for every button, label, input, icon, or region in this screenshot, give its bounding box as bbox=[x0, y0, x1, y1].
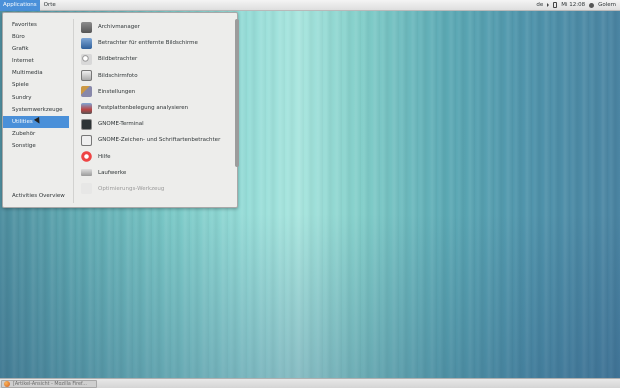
bottom-taskbar: [Artikel-Ansicht - Mozilla Firef... bbox=[0, 378, 620, 388]
app-item-archivmanager[interactable]: Archivmanager bbox=[81, 19, 231, 35]
app-item-label: Bildbetrachter bbox=[98, 56, 138, 63]
category-item-grafik[interactable]: Grafik bbox=[3, 43, 69, 55]
category-list: Favorites Büro Grafik Internet Multimedi… bbox=[3, 19, 69, 152]
user-icon[interactable] bbox=[589, 2, 595, 8]
category-item-systemwerkzeuge[interactable]: Systemwerkzeuge bbox=[3, 104, 69, 116]
archive-manager-icon bbox=[81, 21, 92, 33]
category-item-buero[interactable]: Büro bbox=[3, 31, 69, 43]
user-menu-name[interactable]: Golem bbox=[598, 2, 616, 8]
disks-icon bbox=[81, 169, 92, 177]
activities-overview-link[interactable]: Activities Overview bbox=[12, 193, 65, 199]
places-menu-button[interactable]: Orte bbox=[40, 0, 60, 11]
app-item-optimierungs-werkzeug[interactable]: Optimierungs-Werkzeug bbox=[81, 181, 231, 197]
taskbar-window-firefox[interactable]: [Artikel-Ansicht - Mozilla Firef... bbox=[1, 380, 97, 388]
settings-icon bbox=[81, 86, 92, 98]
battery-icon[interactable] bbox=[553, 2, 558, 8]
category-item-sonstige[interactable]: Sonstige bbox=[3, 140, 69, 152]
disk-usage-icon bbox=[81, 102, 92, 114]
app-item-laufwerke[interactable]: Laufwerke bbox=[81, 165, 231, 181]
category-item-label: Utilities bbox=[12, 118, 33, 125]
help-icon bbox=[81, 151, 92, 163]
volume-icon[interactable] bbox=[547, 3, 550, 7]
screenshot-icon bbox=[81, 70, 92, 82]
category-item-zubehoer[interactable]: Zubehör bbox=[3, 128, 69, 140]
image-viewer-icon bbox=[81, 53, 92, 65]
app-item-bildbetrachter[interactable]: Bildbetrachter bbox=[81, 51, 231, 67]
category-item-spiele[interactable]: Spiele bbox=[3, 79, 69, 91]
app-item-label: Archivmanager bbox=[98, 24, 140, 31]
terminal-icon bbox=[81, 118, 92, 130]
app-item-disk-usage[interactable]: Festplattenbelegung analysieren bbox=[81, 100, 231, 116]
app-item-label: Laufwerke bbox=[98, 169, 127, 176]
app-item-label: Festplattenbelegung analysieren bbox=[98, 105, 189, 112]
app-item-einstellungen[interactable]: Einstellungen bbox=[81, 84, 231, 100]
mouse-pointer-icon bbox=[33, 116, 43, 125]
status-area: de Mi 12:08 Golem bbox=[536, 2, 620, 8]
top-bar: Applications Orte de Mi 12:08 Golem bbox=[0, 0, 620, 11]
menu-divider bbox=[73, 19, 74, 203]
category-item-internet[interactable]: Internet bbox=[3, 55, 69, 67]
app-item-hilfe[interactable]: Hilfe bbox=[81, 149, 231, 165]
category-item-favorites[interactable]: Favorites bbox=[3, 19, 69, 31]
remote-desktop-viewer-icon bbox=[81, 37, 92, 49]
category-item-utilities[interactable]: Utilities bbox=[3, 115, 69, 128]
keyboard-layout-indicator[interactable]: de bbox=[536, 2, 543, 8]
app-item-label: Hilfe bbox=[98, 153, 111, 160]
font-viewer-icon bbox=[81, 134, 92, 146]
applications-menu-button[interactable]: Applications bbox=[0, 0, 40, 11]
category-item-multimedia[interactable]: Multimedia bbox=[3, 67, 69, 79]
app-item-label: Betrachter für entfernte Bildschirme bbox=[98, 40, 198, 47]
clock[interactable]: Mi 12:08 bbox=[561, 2, 585, 8]
app-item-label: Einstellungen bbox=[98, 88, 136, 95]
firefox-icon bbox=[4, 381, 10, 387]
application-list: Archivmanager Betrachter für entfernte B… bbox=[81, 19, 231, 197]
app-item-label: GNOME-Zeichen- und Schriftartenbetrachte… bbox=[98, 137, 221, 144]
app-item-remote-viewer[interactable]: Betrachter für entfernte Bildschirme bbox=[81, 35, 231, 51]
app-item-font-viewer[interactable]: GNOME-Zeichen- und Schriftartenbetrachte… bbox=[81, 132, 231, 148]
app-item-label: GNOME-Terminal bbox=[98, 121, 144, 128]
app-item-bildschirmfoto[interactable]: Bildschirmfoto bbox=[81, 68, 231, 84]
taskbar-window-label: [Artikel-Ansicht - Mozilla Firef... bbox=[13, 381, 87, 387]
tweak-tool-icon bbox=[81, 183, 92, 195]
applications-menu: Favorites Büro Grafik Internet Multimedi… bbox=[2, 12, 239, 208]
menu-scrollbar[interactable] bbox=[235, 19, 239, 167]
app-item-gnome-terminal[interactable]: GNOME-Terminal bbox=[81, 116, 231, 132]
category-item-sundry[interactable]: Sundry bbox=[3, 92, 69, 104]
app-item-label: Bildschirmfoto bbox=[98, 72, 138, 79]
app-item-label: Optimierungs-Werkzeug bbox=[98, 185, 165, 192]
